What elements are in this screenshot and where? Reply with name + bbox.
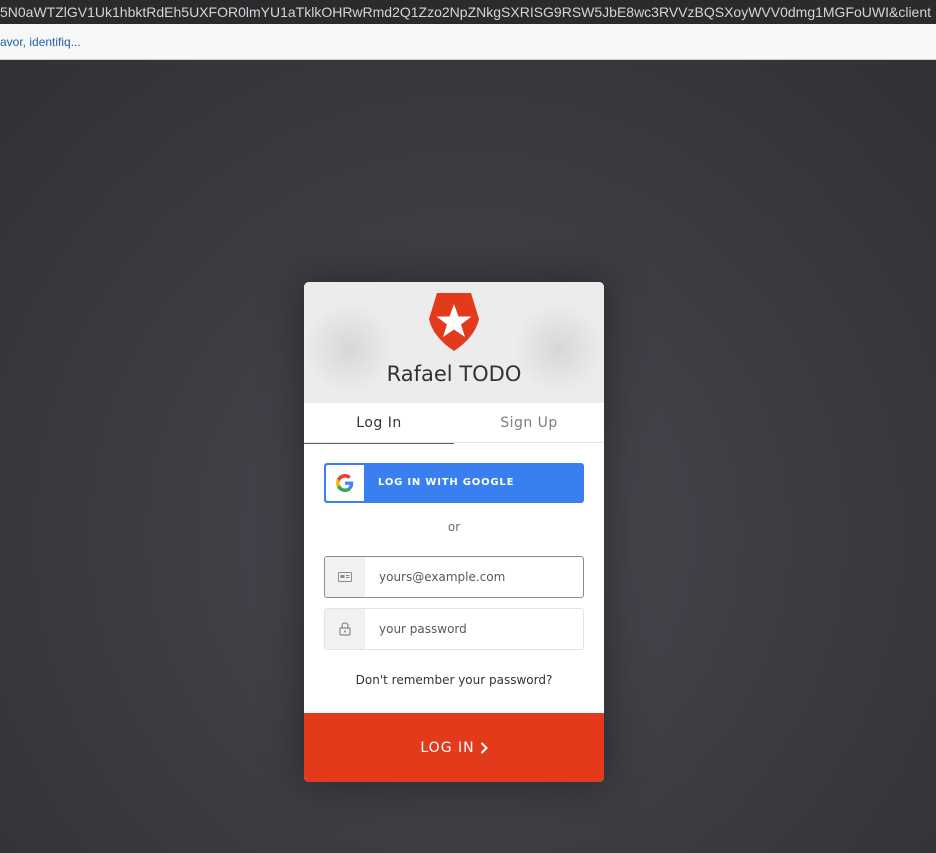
tab-sign-up[interactable]: Sign Up	[454, 403, 604, 443]
submit-label: LOG IN	[420, 739, 475, 756]
google-login-label: LOG IN WITH GOOGLE	[378, 477, 515, 488]
lock-icon	[339, 622, 351, 636]
auth-tabs: Log In Sign Up	[304, 403, 604, 444]
id-card-icon	[338, 572, 352, 582]
shield-star-icon	[429, 293, 479, 351]
password-field[interactable]	[324, 608, 584, 650]
email-field-icon-box	[325, 557, 365, 597]
password-input[interactable]	[365, 609, 583, 649]
forgot-password-link[interactable]: Don't remember your password?	[304, 673, 604, 687]
login-card: Rafael TODO Log In Sign Up LOG IN WITH G…	[304, 282, 604, 782]
or-separator: or	[447, 520, 461, 534]
app-title: Rafael TODO	[386, 362, 522, 386]
email-input[interactable]	[365, 557, 583, 597]
address-bar[interactable]: 5N0aWTZlGV1Uk1hbktRdEh5UXFOR0lmYU1aTklkO…	[0, 0, 936, 24]
google-login-button[interactable]: LOG IN WITH GOOGLE	[324, 463, 584, 503]
browser-info-bar: avor, identifiq...	[0, 24, 936, 60]
password-field-icon-box	[325, 609, 365, 649]
info-bar-text[interactable]: avor, identifiq...	[0, 35, 81, 49]
chevron-right-icon	[480, 741, 488, 754]
url-text: 5N0aWTZlGV1Uk1hbktRdEh5UXFOR0lmYU1aTklkO…	[0, 4, 932, 20]
tab-log-in[interactable]: Log In	[304, 403, 454, 444]
google-icon-container	[326, 465, 364, 501]
card-header: Rafael TODO	[304, 282, 604, 403]
log-in-submit-button[interactable]: LOG IN	[304, 713, 604, 782]
google-icon	[336, 474, 354, 492]
email-field[interactable]	[324, 556, 584, 598]
